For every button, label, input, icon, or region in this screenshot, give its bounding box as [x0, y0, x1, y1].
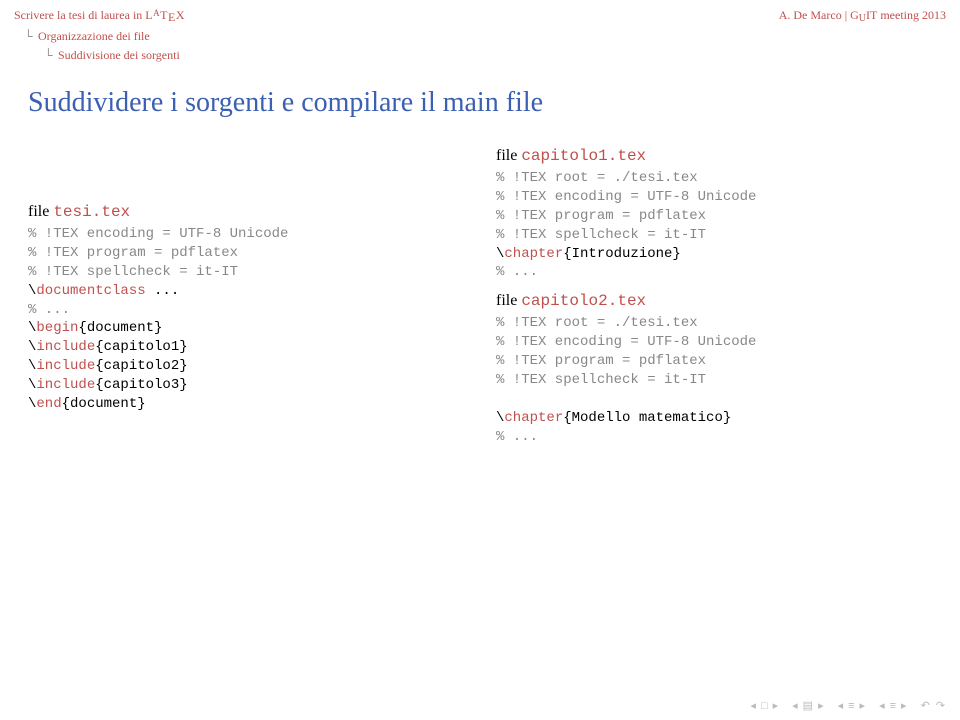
- header-right: A. De Marco | GUIT meeting 2013: [779, 8, 946, 23]
- file-label-tesi: file tesi.tex: [28, 203, 464, 221]
- file-label-prefix: file: [496, 292, 521, 309]
- breadcrumb-marker-icon: └: [44, 48, 58, 63]
- nav-next-icon[interactable]: ▸: [772, 699, 780, 712]
- file-label-prefix: file: [28, 203, 53, 220]
- code-block-cap2: % !TEX root = ./tesi.tex % !TEX encoding…: [496, 314, 932, 446]
- breadcrumb-level-2: └Suddivisione dei sorgenti: [0, 48, 960, 63]
- nav-prev-icon[interactable]: ◂: [749, 699, 757, 712]
- left-column: file tesi.tex % !TEX encoding = UTF-8 Un…: [28, 193, 464, 447]
- content-columns: file tesi.tex % !TEX encoding = UTF-8 Un…: [0, 137, 960, 447]
- header-author: A. De Marco |: [779, 8, 850, 22]
- file-label-prefix: file: [496, 147, 521, 164]
- nav-prev-icon[interactable]: ◂: [791, 699, 799, 712]
- nav-prev-icon[interactable]: ◂: [837, 699, 845, 712]
- header-left: Scrivere la tesi di laurea in LATEX: [14, 8, 185, 23]
- code-block-cap1: % !TEX root = ./tesi.tex % !TEX encoding…: [496, 169, 932, 282]
- file-name-cap2: capitolo2.tex: [521, 292, 646, 310]
- nav-prev-icon[interactable]: ◂: [878, 699, 886, 712]
- nav-doc-icon[interactable]: ≡: [890, 700, 896, 712]
- file-label-cap1: file capitolo1.tex: [496, 147, 932, 165]
- file-label-cap2: file capitolo2.tex: [496, 292, 932, 310]
- slide-header: Scrivere la tesi di laurea in LATEX A. D…: [0, 0, 960, 25]
- header-event: meeting 2013: [877, 8, 946, 22]
- right-column: file capitolo1.tex % !TEX root = ./tesi.…: [496, 137, 932, 447]
- nav-forward-icon[interactable]: ↷: [935, 699, 946, 712]
- slide-title: Suddividere i sorgenti e compilare il ma…: [0, 63, 960, 137]
- file-name-cap1: capitolo1.tex: [521, 147, 646, 165]
- breadcrumb-text-2: Suddivisione dei sorgenti: [58, 48, 180, 62]
- code-block-tesi: % !TEX encoding = UTF-8 Unicode % !TEX p…: [28, 225, 464, 414]
- breadcrumb-marker-icon: └: [24, 29, 38, 44]
- header-left-text: Scrivere la tesi di laurea in: [14, 8, 145, 22]
- file-name-tesi: tesi.tex: [53, 203, 130, 221]
- nav-frame-icon[interactable]: □: [761, 700, 768, 712]
- guit-logo: GUIT: [850, 8, 877, 22]
- breadcrumb-text-1: Organizzazione dei file: [38, 29, 150, 43]
- latex-logo: LATEX: [145, 8, 185, 22]
- nav-next-icon[interactable]: ▸: [817, 699, 825, 712]
- nav-back-icon[interactable]: ↶: [920, 699, 931, 712]
- nav-next-icon[interactable]: ▸: [900, 699, 908, 712]
- nav-section-icon[interactable]: ≡: [848, 700, 854, 712]
- breadcrumb-level-1: └Organizzazione dei file: [0, 29, 960, 44]
- beamer-nav-footer: ◂ □ ▸ ◂ ▤ ▸ ◂ ≡ ▸ ◂ ≡ ▸ ↶ ↷: [749, 699, 946, 712]
- nav-subsection-icon[interactable]: ▤: [803, 699, 813, 712]
- nav-next-icon[interactable]: ▸: [859, 699, 867, 712]
